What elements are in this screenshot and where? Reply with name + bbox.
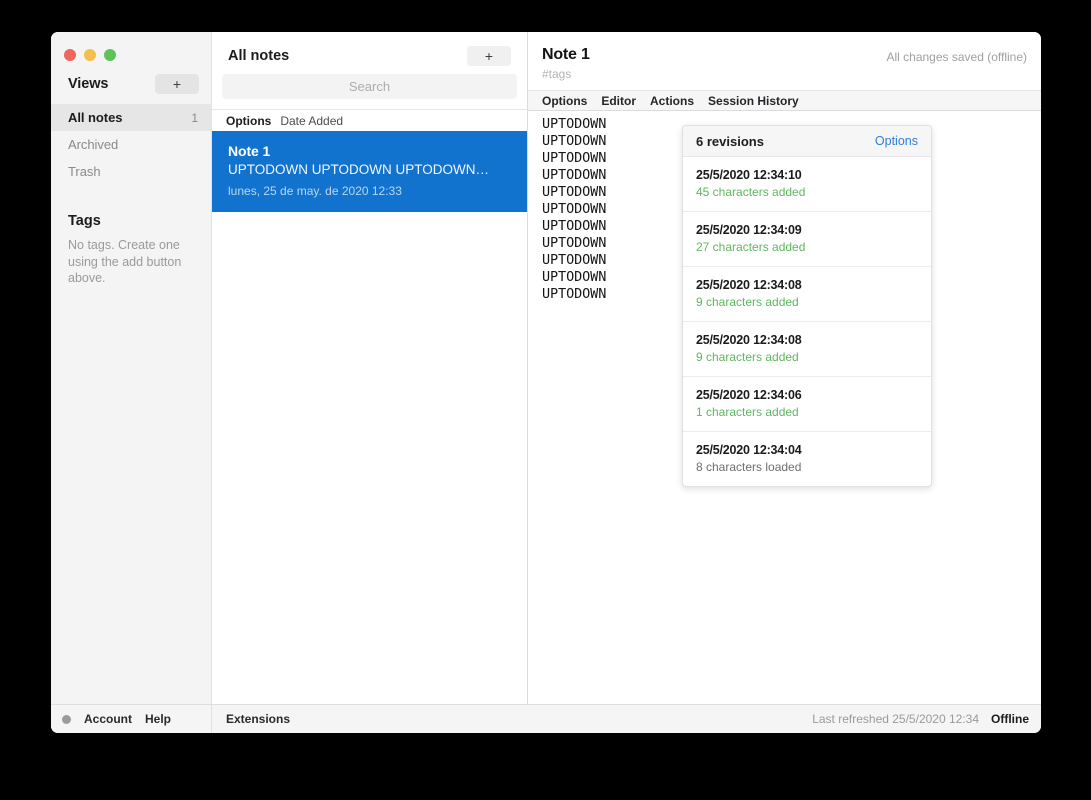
note-detail-header: Note 1 All changes saved (offline) #tags bbox=[528, 32, 1041, 90]
revision-timestamp: 25/5/2020 12:34:09 bbox=[696, 223, 802, 237]
note-tab-bar: Options Editor Actions Session History bbox=[528, 90, 1041, 111]
revision-timestamp: 25/5/2020 12:34:06 bbox=[696, 388, 802, 402]
tab-session-history[interactable]: Session History bbox=[708, 94, 799, 108]
status-badge[interactable]: Offline bbox=[991, 712, 1029, 726]
revision-change-summary: 9 characters added bbox=[696, 350, 799, 364]
note-detail-header-row: Note 1 All changes saved (offline) bbox=[542, 46, 1027, 64]
sort-value-label[interactable]: Date Added bbox=[280, 114, 343, 128]
tab-options[interactable]: Options bbox=[542, 94, 587, 108]
revisions-options-link[interactable]: Options bbox=[875, 134, 918, 148]
note-item-date: lunes, 25 de may. de 2020 12:33 bbox=[228, 184, 402, 198]
add-view-button[interactable]: + bbox=[155, 74, 199, 94]
tags-title: Tags bbox=[68, 213, 101, 229]
sidebar-item-trash[interactable]: Trash bbox=[51, 158, 211, 185]
tab-actions[interactable]: Actions bbox=[650, 94, 694, 108]
status-bar: Account Help Extensions Last refreshed 2… bbox=[51, 704, 1041, 733]
table-row[interactable]: 25/5/2020 12:34:08 9 characters added bbox=[683, 322, 931, 377]
status-bar-middle: Extensions bbox=[212, 712, 812, 726]
sort-options-button[interactable]: Options bbox=[226, 114, 271, 128]
status-bar-right: Last refreshed 25/5/2020 12:34 Offline bbox=[812, 712, 1029, 726]
window-body: Views + All notes 1 Archived Trash Tags … bbox=[51, 32, 1041, 704]
note-detail-column: Note 1 All changes saved (offline) #tags… bbox=[528, 32, 1041, 704]
extensions-button[interactable]: Extensions bbox=[226, 712, 290, 726]
views-title: Views bbox=[68, 76, 109, 92]
table-row[interactable]: 25/5/2020 12:34:09 27 characters added bbox=[683, 212, 931, 267]
note-tags-field[interactable]: #tags bbox=[542, 67, 1027, 90]
sidebar-item-count: 1 bbox=[191, 110, 198, 125]
table-row[interactable]: 25/5/2020 12:34:06 1 characters added bbox=[683, 377, 931, 432]
application-window: Views + All notes 1 Archived Trash Tags … bbox=[51, 32, 1041, 733]
account-button[interactable]: Account bbox=[84, 712, 132, 726]
note-item-preview: UPTODOWN UPTODOWN UPTODOWN… bbox=[228, 162, 489, 177]
note-list: Note 1 UPTODOWN UPTODOWN UPTODOWN… lunes… bbox=[212, 131, 527, 704]
tags-empty-message: No tags. Create one using the add button… bbox=[68, 238, 182, 286]
sidebar-item-all-notes[interactable]: All notes 1 bbox=[51, 104, 211, 131]
notes-list-title: All notes bbox=[228, 48, 290, 64]
sidebar: Views + All notes 1 Archived Trash Tags … bbox=[51, 32, 212, 704]
notes-list-column: All notes + Options Date Added Note 1 UP… bbox=[212, 32, 528, 704]
revision-change-summary: 9 characters added bbox=[696, 295, 799, 309]
revision-change-summary: 1 characters added bbox=[696, 405, 799, 419]
list-item[interactable]: Note 1 UPTODOWN UPTODOWN UPTODOWN… lunes… bbox=[212, 131, 527, 212]
save-status-label: All changes saved (offline) bbox=[886, 50, 1027, 64]
account-status-icon bbox=[62, 714, 71, 724]
tab-editor[interactable]: Editor bbox=[601, 94, 636, 108]
status-bar-left: Account Help bbox=[51, 705, 212, 733]
add-note-button[interactable]: + bbox=[467, 46, 511, 66]
revisions-panel-header: 6 revisions Options bbox=[683, 126, 931, 157]
table-row[interactable]: 25/5/2020 12:34:04 8 characters loaded bbox=[683, 432, 931, 486]
sidebar-item-archived[interactable]: Archived bbox=[51, 131, 211, 158]
views-section-header: Views + bbox=[51, 66, 211, 104]
revision-change-summary: 45 characters added bbox=[696, 185, 806, 199]
search-input[interactable] bbox=[222, 74, 517, 99]
revision-change-summary: 27 characters added bbox=[696, 240, 806, 254]
notes-list-header: All notes + bbox=[212, 32, 527, 66]
sidebar-item-label: Archived bbox=[68, 137, 119, 152]
revision-timestamp: 25/5/2020 12:34:08 bbox=[696, 333, 802, 347]
note-editor-text: UPTODOWN UPTODOWN UPTODOWN UPTODOWN UPTO… bbox=[542, 116, 607, 302]
close-window-icon[interactable] bbox=[64, 49, 76, 61]
table-row[interactable]: 25/5/2020 12:34:08 9 characters added bbox=[683, 267, 931, 322]
page-title[interactable]: Note 1 bbox=[542, 46, 590, 64]
search-field-container bbox=[212, 66, 527, 109]
revision-timestamp: 25/5/2020 12:34:04 bbox=[696, 443, 802, 457]
revision-timestamp: 25/5/2020 12:34:10 bbox=[696, 168, 802, 182]
zoom-window-icon[interactable] bbox=[104, 49, 116, 61]
session-history-panel: 6 revisions Options 25/5/2020 12:34:10 4… bbox=[682, 125, 932, 487]
help-button[interactable]: Help bbox=[145, 712, 171, 726]
note-item-title: Note 1 bbox=[228, 143, 271, 159]
sidebar-item-label: Trash bbox=[68, 164, 101, 179]
minimize-window-icon[interactable] bbox=[84, 49, 96, 61]
table-row[interactable]: 25/5/2020 12:34:10 45 characters added bbox=[683, 157, 931, 212]
notes-sort-bar: Options Date Added bbox=[212, 109, 527, 131]
revision-change-summary: 8 characters loaded bbox=[696, 460, 802, 474]
last-refreshed-label: Last refreshed 25/5/2020 12:34 bbox=[812, 712, 979, 726]
revision-timestamp: 25/5/2020 12:34:08 bbox=[696, 278, 802, 292]
window-controls bbox=[51, 32, 211, 66]
revisions-count-label: 6 revisions bbox=[696, 133, 764, 149]
sidebar-item-label: All notes bbox=[68, 110, 123, 125]
note-editor-area[interactable]: UPTODOWN UPTODOWN UPTODOWN UPTODOWN UPTO… bbox=[528, 111, 1041, 704]
